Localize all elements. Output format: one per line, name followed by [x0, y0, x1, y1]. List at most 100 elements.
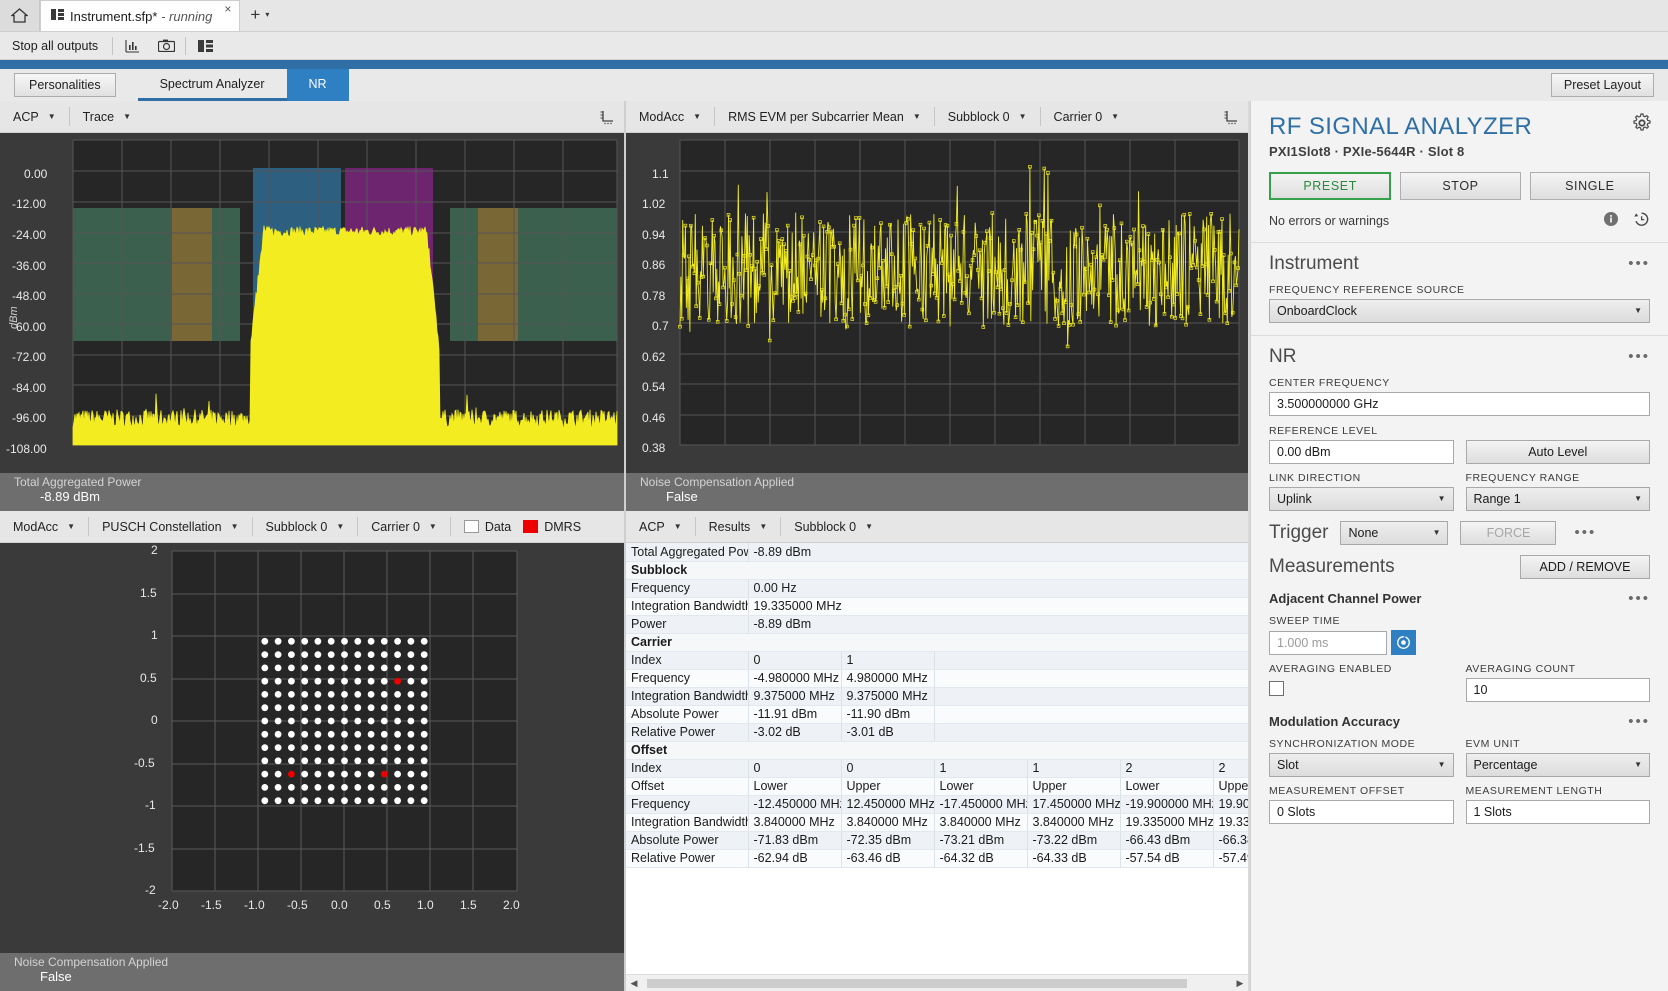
document-tab[interactable]: Instrument.sfp* - running ×: [40, 0, 241, 31]
link-direction-select[interactable]: Uplink ▼: [1269, 487, 1454, 511]
gear-icon[interactable]: [1632, 113, 1652, 136]
evm-subblock-dropdown[interactable]: Subblock 0 ▼: [935, 101, 1040, 132]
spectrum-panel: ACP ▼ Trace ▼ 0.00 -12.00 -24.00 -36.00 …: [0, 101, 626, 511]
frequency-range-select[interactable]: Range 1 ▼: [1465, 487, 1650, 511]
table-cell: 3.840000 MHz: [841, 813, 935, 832]
y-tick: 0.54: [642, 380, 666, 394]
table-cell: 3.840000 MHz: [1027, 813, 1121, 832]
spectrum-footer: Total Aggregated Power -8.89 dBm: [0, 473, 624, 511]
nr-more-icon[interactable]: •••: [1628, 349, 1650, 364]
layout-icon[interactable]: [188, 33, 222, 59]
evm-plot[interactable]: 1.1 1.02 0.94 0.86 0.78 0.7 0.62 0.54 0.…: [626, 133, 1248, 473]
preset-layout-button[interactable]: Preset Layout: [1550, 73, 1654, 97]
table-row-label: Integration Bandwidth: [626, 687, 749, 706]
nr-section-head: NR •••: [1251, 346, 1668, 368]
tab-nr[interactable]: NR: [286, 69, 349, 101]
trigger-section: Trigger None ▼ FORCE •••: [1251, 521, 1668, 545]
results-view-dropdown[interactable]: Results ▼: [696, 511, 781, 542]
instrument-more-icon[interactable]: •••: [1628, 256, 1650, 271]
table-cell: Lower: [934, 777, 1028, 796]
stop-all-outputs-button[interactable]: Stop all outputs: [0, 39, 110, 53]
results-measurement-dropdown[interactable]: ACP ▼: [626, 511, 695, 542]
chevron-down-icon: ▼: [1018, 111, 1027, 121]
tab-spectrum-analyzer[interactable]: Spectrum Analyzer: [137, 69, 287, 101]
spectrum-measurement-dropdown[interactable]: ACP ▼: [0, 101, 69, 132]
chevron-down-icon[interactable]: ▾: [265, 10, 269, 22]
spectrum-plot[interactable]: 0.00 -12.00 -24.00 -36.00 -48.00 -60.00 …: [0, 133, 624, 473]
center-frequency-input[interactable]: 3.500000000 GHz: [1269, 392, 1650, 416]
center-frequency-label: CENTER FREQUENCY: [1269, 377, 1390, 389]
reference-level-input[interactable]: 0.00 dBm: [1269, 440, 1454, 464]
document-icon: [51, 9, 64, 23]
constellation-trace-dropdown[interactable]: PUSCH Constellation ▼: [89, 511, 251, 542]
scroll-track[interactable]: [642, 976, 1232, 990]
frequency-reference-source-select[interactable]: OnboardClock ▼: [1269, 299, 1650, 323]
single-button[interactable]: SINGLE: [1529, 172, 1650, 200]
spectrum-trace-dropdown[interactable]: Trace ▼: [70, 101, 144, 132]
measurement-length-input[interactable]: 1 Slots: [1465, 800, 1650, 824]
table-cell: -11.91 dBm: [748, 705, 842, 724]
camera-icon[interactable]: [149, 33, 183, 59]
trigger-section-title: Trigger: [1269, 522, 1329, 543]
table-cell-empty: [934, 723, 1248, 742]
constellation-measurement-dropdown[interactable]: ModAcc ▼: [0, 511, 88, 542]
acp-head: Adjacent Channel Power •••: [1269, 579, 1650, 607]
averaging-count-value: 10: [1473, 683, 1488, 697]
home-button[interactable]: [0, 0, 40, 31]
constellation-carrier-dropdown[interactable]: Carrier 0 ▼: [358, 511, 450, 542]
y-tick: -1: [145, 798, 156, 812]
averaging-enabled-label: AVERAGING ENABLED: [1269, 663, 1392, 675]
trigger-type-select[interactable]: None ▼: [1340, 521, 1449, 545]
auto-refresh-icon[interactable]: [1391, 630, 1416, 655]
y-tick: -120.00: [6, 472, 47, 473]
graph-settings-icon[interactable]: [590, 109, 624, 125]
table-row: Relative Power -62.94 dB -63.46 dB -64.32 d…: [626, 849, 1248, 868]
results-table-scroll[interactable]: Total Aggregated Power-8.89 dBmSubblockF…: [626, 543, 1248, 974]
close-icon[interactable]: ×: [224, 2, 231, 16]
new-tab-button[interactable]: +: [240, 5, 265, 27]
synchronization-mode-select[interactable]: Slot ▼: [1269, 753, 1454, 777]
scroll-thumb[interactable]: [647, 978, 1187, 988]
constellation-subblock-dropdown[interactable]: Subblock 0 ▼: [253, 511, 358, 542]
info-icon[interactable]: [1603, 211, 1619, 230]
averaging-enabled-checkbox[interactable]: [1269, 681, 1284, 696]
measurement-offset-input[interactable]: 0 Slots: [1269, 800, 1454, 824]
results-subblock-dropdown[interactable]: Subblock 0 ▼: [781, 511, 886, 542]
reference-level-row: 0.00 dBm Auto Level: [1269, 440, 1650, 464]
y-tick: 0.46: [642, 411, 666, 425]
evm-carrier-label: Carrier 0: [1053, 109, 1103, 124]
toolbar-divider-2: [185, 36, 187, 55]
constellation-plot[interactable]: 2 1.5 1 0.5 0 -0.5 -1 -1.5 -2 -2.0 -1.5 …: [0, 543, 624, 953]
averaging-count-input[interactable]: 10: [1465, 678, 1650, 702]
results-hscrollbar[interactable]: ◀ ▶: [626, 974, 1248, 991]
table-row: Offset: [626, 741, 1248, 760]
evm-unit-select[interactable]: Percentage ▼: [1465, 753, 1650, 777]
table-group-fill: [748, 633, 1248, 652]
sweep-time-input[interactable]: 1.000 ms: [1269, 630, 1387, 655]
table-cell: -64.32 dB: [934, 849, 1028, 868]
add-remove-measurements-button[interactable]: ADD / REMOVE: [1520, 555, 1650, 579]
evm-carrier-dropdown[interactable]: Carrier 0 ▼: [1041, 101, 1133, 132]
auto-level-button[interactable]: Auto Level: [1465, 440, 1650, 464]
document-tab-state: - running: [161, 8, 213, 24]
evm-measurement-dropdown[interactable]: ModAcc ▼: [626, 101, 714, 132]
force-trigger-button[interactable]: FORCE: [1460, 521, 1557, 545]
scroll-right-icon[interactable]: ▶: [1232, 978, 1248, 989]
evm-trace-dropdown[interactable]: RMS EVM per Subcarrier Mean ▼: [715, 101, 934, 132]
y-tick: 0.38: [642, 441, 666, 455]
trigger-more-icon[interactable]: •••: [1574, 525, 1596, 540]
results-panel: ACP ▼ Results ▼ Subblock 0 ▼ Total Aggre…: [626, 511, 1248, 991]
spectrum-measurement-label: ACP: [13, 109, 39, 124]
spectrum-icon[interactable]: [115, 33, 149, 59]
personalities-button[interactable]: Personalities: [14, 73, 116, 97]
scroll-left-icon[interactable]: ◀: [626, 978, 642, 989]
stop-button[interactable]: STOP: [1400, 172, 1521, 200]
table-row-label: Frequency: [626, 579, 749, 598]
acp-more-icon[interactable]: •••: [1628, 591, 1650, 606]
preset-button[interactable]: PRESET: [1269, 172, 1392, 200]
history-icon[interactable]: [1633, 211, 1650, 230]
modacc-more-icon[interactable]: •••: [1628, 714, 1650, 729]
accent-strip: [0, 60, 1668, 69]
graph-settings-icon[interactable]: [1214, 109, 1248, 125]
table-cell-empty: [934, 687, 1248, 706]
